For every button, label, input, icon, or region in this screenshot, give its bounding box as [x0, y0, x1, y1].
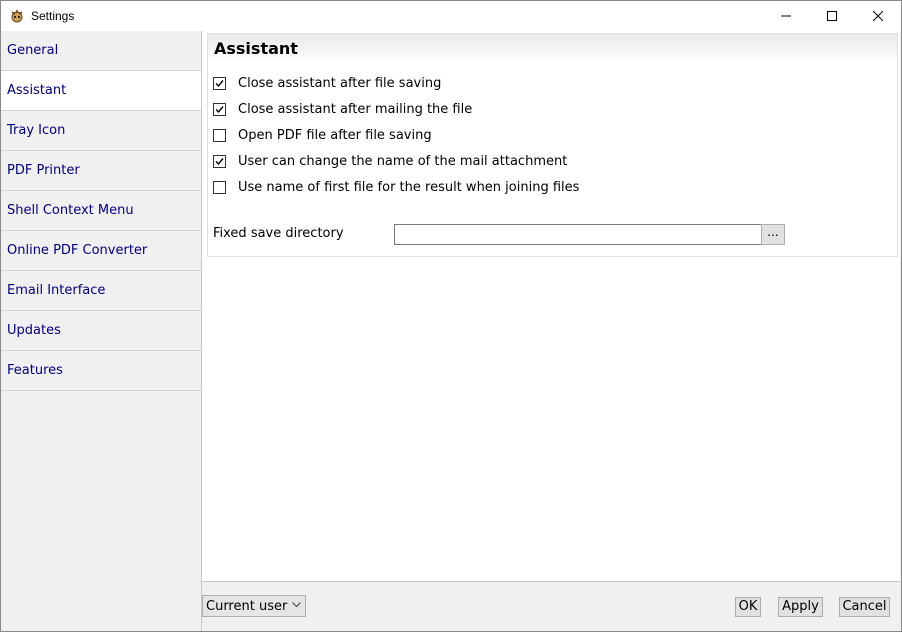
checkbox[interactable] — [213, 128, 226, 142]
option-first-file-name[interactable]: Use name of first file for the result wh… — [213, 177, 579, 197]
assistant-panel: Assistant Close assistant after file sav… — [207, 33, 898, 257]
checkbox[interactable] — [213, 76, 226, 90]
ok-button[interactable]: OK — [735, 597, 761, 617]
sidebar-item-email-interface[interactable]: Email Interface — [1, 271, 201, 311]
sidebar-item-tray-icon[interactable]: Tray Icon — [1, 111, 201, 151]
sidebar-item-shell-context-menu[interactable]: Shell Context Menu — [1, 191, 201, 231]
sidebar-item-pdf-printer[interactable]: PDF Printer — [1, 151, 201, 191]
close-icon — [873, 11, 883, 21]
sidebar-item-updates[interactable]: Updates — [1, 311, 201, 351]
close-button[interactable] — [855, 1, 901, 31]
settings-window: Settings General Assistant Tray Icon PDF… — [0, 0, 902, 632]
checkmark-icon — [215, 79, 224, 87]
checkbox[interactable] — [213, 102, 226, 116]
content-area: Assistant Close assistant after file sav… — [202, 31, 900, 582]
panel-title: Assistant — [214, 39, 298, 58]
cancel-button[interactable]: Cancel — [839, 597, 890, 617]
checkmark-icon — [215, 157, 224, 165]
option-label: Close assistant after mailing the file — [238, 101, 473, 117]
option-label: Close assistant after file saving — [238, 75, 442, 91]
checkbox[interactable] — [213, 180, 226, 194]
maximize-button[interactable] — [809, 1, 855, 31]
option-label: Use name of first file for the result wh… — [238, 179, 580, 195]
apply-button[interactable]: Apply — [778, 597, 823, 617]
app-icon — [9, 8, 25, 24]
option-close-after-saving[interactable]: Close assistant after file saving — [213, 73, 441, 93]
fixed-dir-label: Fixed save directory — [213, 226, 344, 241]
user-scope-select[interactable]: Current user — [202, 595, 306, 617]
option-change-attachment-name[interactable]: User can change the name of the mail att… — [213, 151, 567, 171]
sidebar-item-general[interactable]: General — [1, 31, 201, 71]
title-bar[interactable]: Settings — [1, 1, 901, 31]
chevron-down-icon — [292, 602, 301, 608]
option-label: Open PDF file after file saving — [238, 127, 432, 143]
footer: Current user OK Apply Cancel — [202, 582, 900, 631]
maximize-icon — [827, 11, 837, 21]
sidebar-item-features[interactable]: Features — [1, 351, 201, 391]
checkbox[interactable] — [213, 154, 226, 168]
window-title: Settings — [31, 9, 75, 23]
checkmark-icon — [215, 105, 224, 113]
fixed-dir-input[interactable] — [394, 224, 765, 245]
sidebar-item-assistant[interactable]: Assistant — [1, 71, 201, 111]
option-close-after-mailing[interactable]: Close assistant after mailing the file — [213, 99, 472, 119]
user-scope-value: Current user — [206, 598, 288, 614]
minimize-icon — [781, 15, 791, 17]
sidebar: General Assistant Tray Icon PDF Printer … — [1, 31, 202, 631]
option-label: User can change the name of the mail att… — [238, 153, 568, 169]
sidebar-item-online-pdf-converter[interactable]: Online PDF Converter — [1, 231, 201, 271]
option-open-pdf-after-saving[interactable]: Open PDF file after file saving — [213, 125, 432, 145]
browse-button[interactable]: ... — [761, 224, 785, 245]
minimize-button[interactable] — [763, 1, 809, 31]
